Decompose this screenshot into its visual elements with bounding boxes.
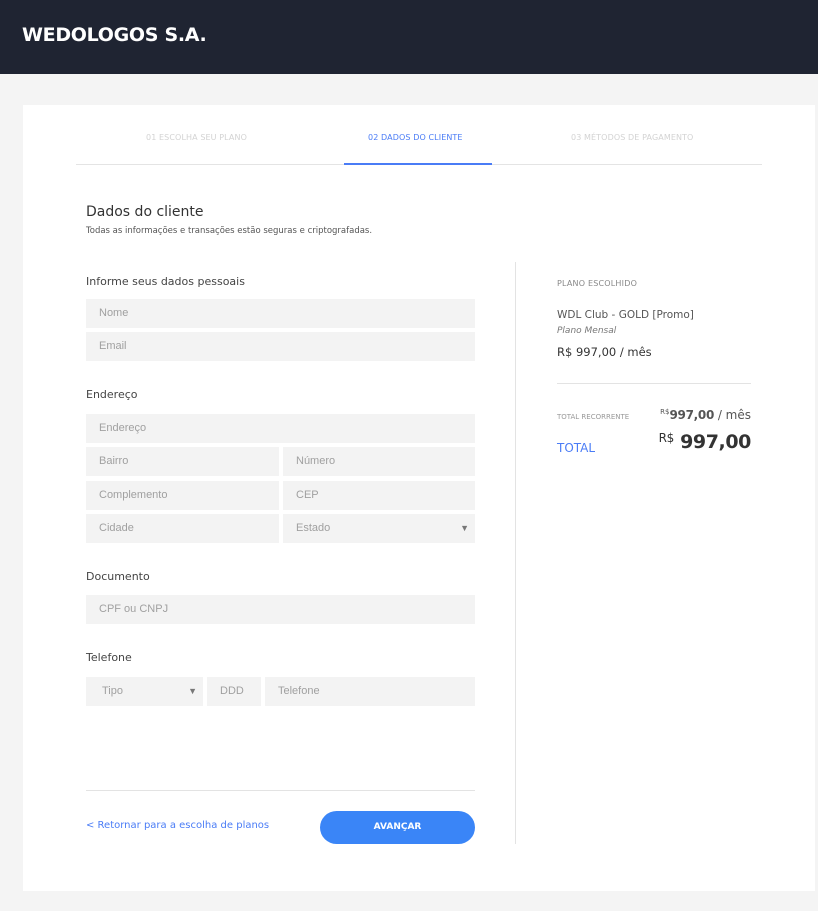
chevron-down-icon: ▼: [460, 523, 469, 533]
state-select-label: Estado: [296, 522, 331, 534]
email-input[interactable]: Email: [86, 332, 475, 361]
chosen-plan-label: PLANO ESCOLHIDO: [557, 279, 638, 288]
phone-number-input[interactable]: Telefone: [265, 677, 475, 706]
zip-input[interactable]: CEP: [283, 481, 475, 510]
total-amount: 997,00: [680, 431, 751, 453]
ddd-input[interactable]: DDD: [207, 677, 261, 706]
active-step-indicator: [344, 163, 492, 165]
number-input[interactable]: Número: [283, 447, 475, 476]
total-value: R$ 997,00: [658, 431, 752, 453]
form-divider: [86, 790, 475, 791]
step-choose-plan[interactable]: 01 ESCOLHA SEU PLANO: [146, 133, 247, 142]
plan-price: R$ 997,00 / mês: [557, 345, 652, 359]
phone-section-title: Telefone: [86, 651, 132, 664]
next-button[interactable]: AVANÇAR: [320, 811, 475, 844]
summary-divider: [557, 383, 751, 384]
phone-type-label: Tipo: [102, 685, 123, 697]
back-to-plans-link[interactable]: < Retornar para a escolha de planos: [86, 820, 269, 831]
street-input[interactable]: Endereço: [86, 414, 475, 443]
recurring-total-label: TOTAL RECORRENTE: [557, 413, 630, 421]
district-input[interactable]: Bairro: [86, 447, 279, 476]
column-divider: [515, 262, 516, 844]
top-bar: WEDOLOGOS S.A.: [0, 0, 818, 74]
step-customer-data[interactable]: 02 DADOS DO CLIENTE: [368, 133, 463, 142]
brand-logo[interactable]: WEDOLOGOS S.A.: [22, 24, 207, 46]
recurring-amount: 997,00: [669, 408, 714, 422]
document-input[interactable]: CPF ou CNPJ: [86, 595, 475, 624]
recurring-suffix: / mês: [714, 408, 751, 422]
plan-period: Plano Mensal: [557, 326, 617, 336]
plan-name: WDL Club - GOLD [Promo]: [557, 309, 694, 321]
page-subtitle: Todas as informações e transações estão …: [86, 226, 373, 236]
document-section-title: Documento: [86, 570, 150, 583]
name-input[interactable]: Nome: [86, 299, 475, 328]
city-input[interactable]: Cidade: [86, 514, 279, 543]
complement-input[interactable]: Complemento: [86, 481, 279, 510]
state-select[interactable]: Estado ▼: [283, 514, 475, 543]
recurring-total-value: R$997,00 / mês: [660, 408, 751, 422]
address-section-title: Endereço: [86, 388, 138, 401]
checkout-steps: 01 ESCOLHA SEU PLANO 02 DADOS DO CLIENTE…: [76, 105, 762, 165]
total-currency: R$: [658, 431, 675, 445]
checkout-card: 01 ESCOLHA SEU PLANO 02 DADOS DO CLIENTE…: [23, 105, 815, 891]
page-title: Dados do cliente: [86, 204, 204, 220]
phone-type-select[interactable]: Tipo ▼: [86, 677, 203, 706]
step-payment-methods[interactable]: 03 MÉTODOS DE PAGAMENTO: [571, 133, 693, 142]
personal-section-title: Informe seus dados pessoais: [86, 275, 245, 288]
total-label: TOTAL: [557, 441, 596, 455]
chevron-down-icon: ▼: [188, 686, 197, 696]
